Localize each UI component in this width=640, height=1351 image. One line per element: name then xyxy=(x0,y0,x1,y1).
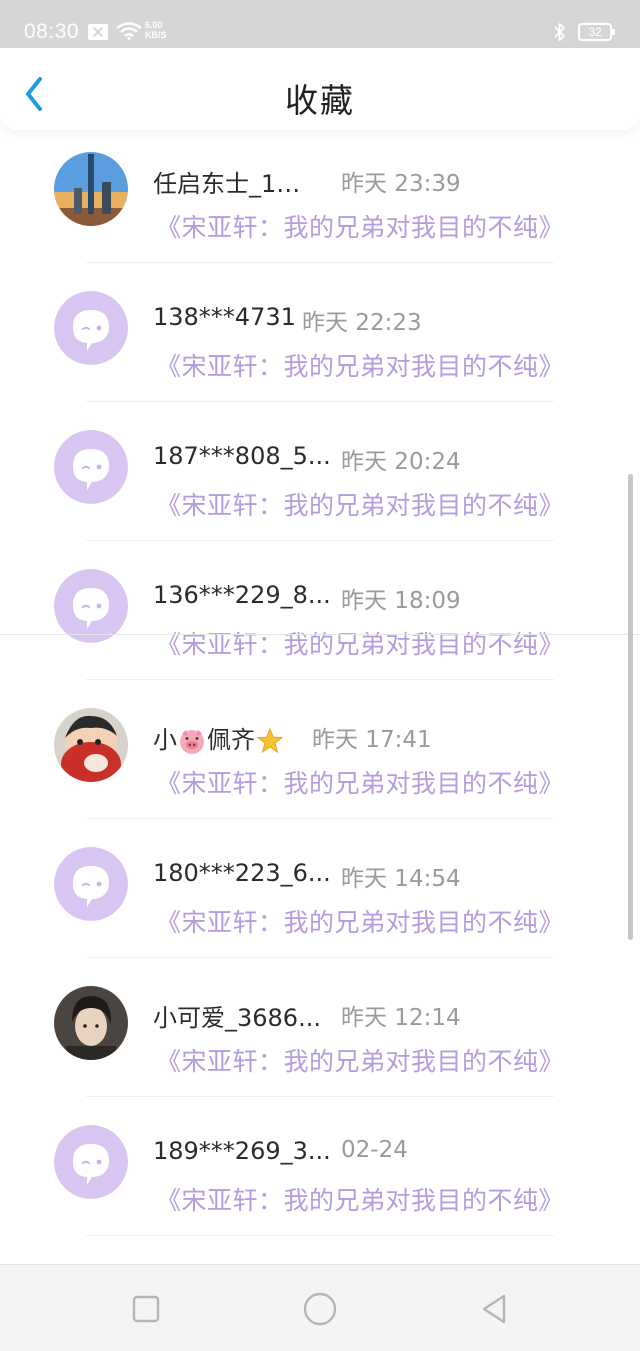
item-time: 昨天 18:09 xyxy=(341,588,461,614)
recent-apps-square-icon[interactable] xyxy=(128,1291,164,1327)
item-time: 02-24 xyxy=(341,1137,408,1163)
default-chat-avatar-icon xyxy=(54,291,128,365)
list-item[interactable]: 189***269_3... 02-24 《宋亚轩：我的兄弟对我目的不纯》 xyxy=(0,1097,640,1236)
pig-face-emoji-icon xyxy=(180,730,204,754)
default-chat-avatar-icon xyxy=(54,430,128,504)
network-speed: 6.00 KB/S xyxy=(145,20,167,40)
default-chat-avatar-icon xyxy=(54,1125,128,1199)
page-title: 收藏 xyxy=(285,81,355,120)
home-circle-icon[interactable] xyxy=(300,1289,340,1329)
item-quote-link[interactable]: 《宋亚轩：我的兄弟对我目的不纯》 xyxy=(156,625,564,661)
top-app-bar: 收藏 xyxy=(0,48,640,130)
battery-level: 32 xyxy=(588,25,602,39)
item-time: 昨天 22:23 xyxy=(302,310,422,336)
item-name: 187***808_5... xyxy=(153,442,331,470)
list-item[interactable]: 任启东士_1… 昨天 23:39 《宋亚轩：我的兄弟对我目的不纯》 xyxy=(0,130,640,263)
wifi-icon xyxy=(116,22,142,40)
avatar[interactable] xyxy=(54,1125,128,1199)
item-name: 180***223_6... xyxy=(153,859,331,887)
item-quote-link[interactable]: 《宋亚轩：我的兄弟对我目的不纯》 xyxy=(156,903,564,939)
list-item[interactable]: 136***229_8... 昨天 18:09 《宋亚轩：我的兄弟对我目的不纯》 xyxy=(0,541,640,680)
item-name: 小可爱_3686... xyxy=(153,1004,321,1032)
notification-x-icon xyxy=(88,24,108,40)
item-quote-link[interactable]: 《宋亚轩：我的兄弟对我目的不纯》 xyxy=(156,1042,564,1078)
avatar[interactable] xyxy=(54,430,128,504)
item-name: 138***4731 xyxy=(153,303,296,331)
list-item[interactable]: 138***4731 昨天 22:23 《宋亚轩：我的兄弟对我目的不纯》 xyxy=(0,263,640,402)
default-chat-avatar-icon xyxy=(54,569,128,643)
item-time: 昨天 12:14 xyxy=(341,1005,461,1031)
item-quote-link[interactable]: 《宋亚轩：我的兄弟对我目的不纯》 xyxy=(156,208,564,244)
list-item[interactable]: 187***808_5... 昨天 20:24 《宋亚轩：我的兄弟对我目的不纯》 xyxy=(0,402,640,541)
battery-icon: 32 xyxy=(578,23,615,41)
list-item[interactable]: llovem 02-24 xyxy=(0,1236,640,1264)
item-name-suffix: 佩齐 xyxy=(207,726,255,754)
network-speed-value: 6.00 xyxy=(145,20,163,30)
item-time: 昨天 14:54 xyxy=(341,866,461,892)
item-name: 136***229_8... xyxy=(153,581,331,609)
status-time: 08:30 xyxy=(24,20,80,43)
item-time: 昨天 23:39 xyxy=(341,171,461,197)
item-name: 任启东士_1… xyxy=(153,170,301,198)
avatar[interactable] xyxy=(54,708,128,782)
avatar[interactable] xyxy=(54,569,128,643)
list-item[interactable]: 小 佩齐 昨天 17:41 《宋亚轩：我的兄弟对我目的不纯》 xyxy=(0,680,640,819)
back-triangle-icon[interactable] xyxy=(476,1291,512,1327)
system-nav-bar xyxy=(0,1264,640,1351)
item-time: 昨天 17:41 xyxy=(312,727,432,753)
item-quote-link[interactable]: 《宋亚轩：我的兄弟对我目的不纯》 xyxy=(156,486,564,522)
avatar[interactable] xyxy=(54,986,128,1060)
list-item[interactable]: 180***223_6... 昨天 14:54 《宋亚轩：我的兄弟对我目的不纯》 xyxy=(0,819,640,958)
item-quote-link[interactable]: 《宋亚轩：我的兄弟对我目的不纯》 xyxy=(156,1181,564,1217)
item-name: 189***269_3... xyxy=(153,1137,331,1165)
avatar[interactable] xyxy=(54,291,128,365)
favorites-list[interactable]: 任启东士_1… 昨天 23:39 《宋亚轩：我的兄弟对我目的不纯》 138***… xyxy=(0,130,640,1264)
avatar[interactable] xyxy=(54,847,128,921)
item-quote-link[interactable]: 《宋亚轩：我的兄弟对我目的不纯》 xyxy=(156,347,564,383)
list-item[interactable]: 小可爱_3686... 昨天 12:14 《宋亚轩：我的兄弟对我目的不纯》 xyxy=(0,958,640,1097)
item-name: 小 佩齐 xyxy=(153,720,285,755)
favorites-list-content: 任启东士_1… 昨天 23:39 《宋亚轩：我的兄弟对我目的不纯》 138***… xyxy=(0,130,640,1264)
item-time: 昨天 20:24 xyxy=(341,449,461,475)
item-name-prefix: 小 xyxy=(153,726,177,754)
bluetooth-icon xyxy=(554,23,565,41)
status-bar: 08:30 6.00 KB/S 32 xyxy=(0,0,640,48)
network-speed-unit: KB/S xyxy=(145,30,167,40)
item-quote-link[interactable]: 《宋亚轩：我的兄弟对我目的不纯》 xyxy=(156,764,564,800)
default-chat-avatar-icon xyxy=(54,847,128,921)
avatar[interactable] xyxy=(54,152,128,226)
scrollbar[interactable] xyxy=(628,474,633,940)
glowing-star-emoji-icon xyxy=(256,727,284,754)
section-divider xyxy=(0,634,640,635)
